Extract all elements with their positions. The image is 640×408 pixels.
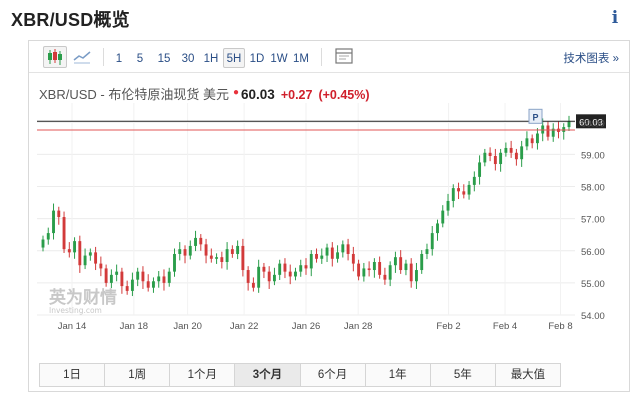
y-tick-label: 55.00 xyxy=(581,279,605,290)
x-tick-label: Feb 4 xyxy=(493,321,517,332)
y-tick-label: 60.00 xyxy=(581,118,605,129)
watermark-main: 英为财情 xyxy=(49,287,117,308)
range-button[interactable]: 1周 xyxy=(105,364,171,386)
range-button[interactable]: 1日 xyxy=(40,364,106,386)
price-marker-label: P xyxy=(532,112,538,122)
y-tick-label: 54.00 xyxy=(581,311,605,322)
x-tick-label: Jan 20 xyxy=(173,321,202,332)
interval-1[interactable]: 1 xyxy=(111,48,127,68)
x-tick-label: Jan 28 xyxy=(344,321,373,332)
chart-toolbar: 1 5 15 30 1H 5H 1D 1W 1M 技术图表 » xyxy=(29,41,629,73)
technical-chart-link[interactable]: 技术图表 » xyxy=(563,50,619,66)
x-tick-label: Jan 14 xyxy=(58,321,87,332)
x-tick-label: Jan 22 xyxy=(230,321,259,332)
interval-1w[interactable]: 1W xyxy=(269,48,289,68)
candlestick-icon[interactable] xyxy=(43,46,67,68)
interval-1h[interactable]: 1H xyxy=(201,48,221,68)
interval-1m[interactable]: 1M xyxy=(291,48,311,68)
price-marker-p[interactable]: P xyxy=(528,108,543,124)
interval-5h[interactable]: 5H xyxy=(223,48,245,68)
y-tick-label: 59.00 xyxy=(581,150,605,161)
x-tick-label: Feb 8 xyxy=(548,321,572,332)
line-chart-icon[interactable] xyxy=(71,46,95,68)
x-tick-label: Jan 26 xyxy=(292,321,321,332)
range-button[interactable]: 最大值 xyxy=(496,364,560,386)
interval-15[interactable]: 15 xyxy=(154,48,174,68)
toolbar-separator xyxy=(103,48,104,66)
interval-5[interactable]: 5 xyxy=(132,48,148,68)
interval-1d[interactable]: 1D xyxy=(248,48,266,68)
quote-marker: ● xyxy=(232,87,240,98)
chart-settings-icon[interactable] xyxy=(333,46,357,68)
watermark-sub: Investing.com xyxy=(49,306,102,315)
candle xyxy=(62,211,66,254)
price-chart[interactable]: 英为财情 Investing.com 60.03P 60.0059.0058.0… xyxy=(29,99,629,335)
page-title: XBR/USD概览 xyxy=(11,10,130,30)
y-tick-label: 58.00 xyxy=(581,183,605,194)
y-tick-label: 57.00 xyxy=(581,215,605,226)
interval-30[interactable]: 30 xyxy=(178,48,198,68)
y-tick-label: 56.00 xyxy=(581,247,605,258)
toolbar-separator xyxy=(321,48,322,66)
x-tick-label: Jan 18 xyxy=(120,321,149,332)
info-icon[interactable]: i xyxy=(608,8,622,28)
chart-panel: 1 5 15 30 1H 5H 1D 1W 1M 技术图表 » XBR/USD … xyxy=(28,40,630,392)
range-button[interactable]: 1个月 xyxy=(170,364,236,386)
range-button[interactable]: 5年 xyxy=(431,364,496,386)
range-button[interactable]: 1年 xyxy=(366,364,431,386)
range-button[interactable]: 6个月 xyxy=(301,364,366,386)
range-button[interactable]: 3个月 xyxy=(235,364,301,386)
x-tick-label: Feb 2 xyxy=(436,321,460,332)
range-selector: 1日 1周 1个月 3个月 6个月 1年 5年 最大值 xyxy=(39,363,561,387)
